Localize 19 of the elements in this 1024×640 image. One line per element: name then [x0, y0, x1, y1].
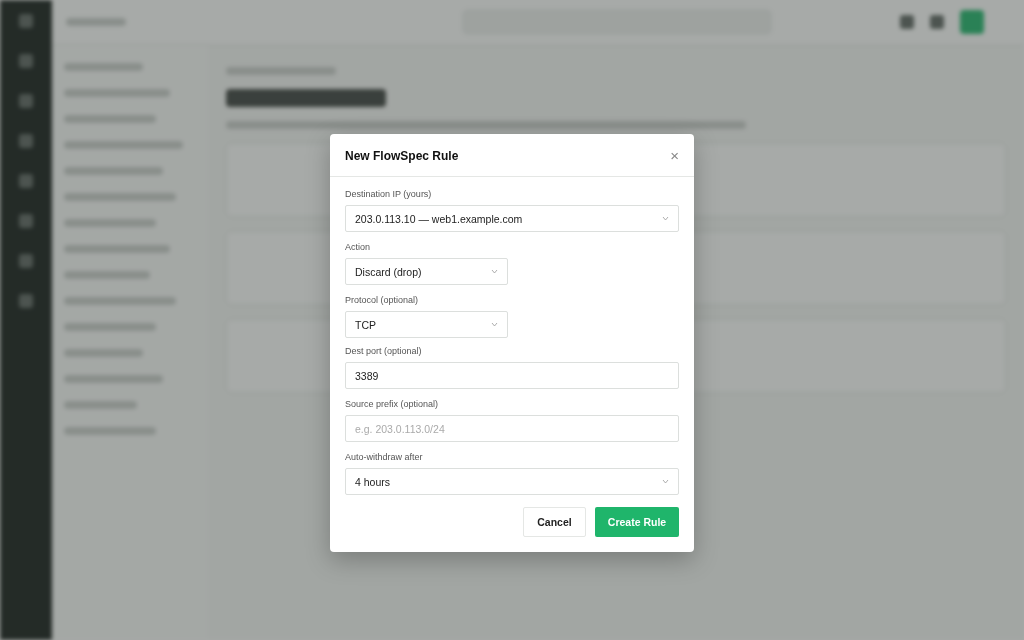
select-field[interactable]: Discard (drop)	[345, 258, 508, 285]
select-field[interactable]: TCP	[345, 311, 508, 338]
chevron-icon	[662, 479, 669, 484]
field-label: Dest port (optional)	[345, 346, 423, 356]
cancel-button[interactable]: Cancel	[523, 507, 586, 537]
field-label: Source prefix (optional)	[345, 399, 440, 409]
chevron-icon	[662, 216, 669, 221]
chevron-icon	[491, 269, 498, 274]
select-field[interactable]: 4 hours	[345, 468, 679, 495]
dialog-title: New FlowSpec Rule	[345, 148, 459, 163]
chevron-icon	[491, 322, 498, 327]
input-field[interactable]: 3389	[345, 362, 679, 389]
input-field[interactable]: e.g. 203.0.113.0/24	[345, 415, 679, 442]
close-button[interactable]: ×	[670, 148, 679, 163]
field-label: Destination IP (yours)	[345, 189, 433, 199]
field-label: Action	[345, 242, 371, 252]
field-label: Protocol (optional)	[345, 295, 420, 305]
field-label: Auto-withdraw after	[345, 452, 424, 462]
select-field[interactable]: 203.0.113.10 — web1.example.com	[345, 205, 679, 232]
